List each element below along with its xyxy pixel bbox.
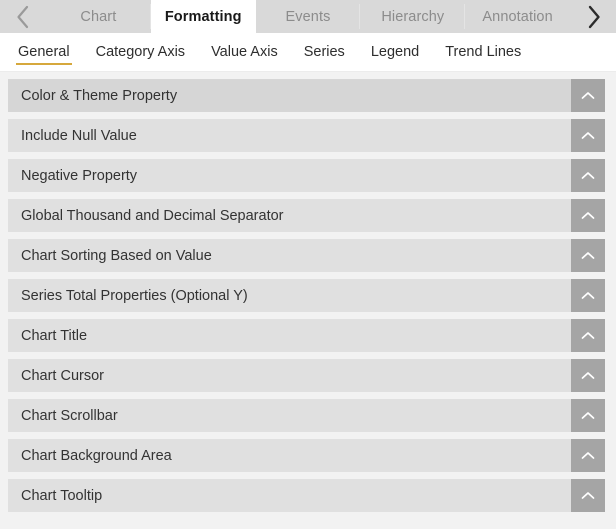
subtab-active-indicator (16, 63, 72, 65)
tab-hierarchy-label: Hierarchy (381, 8, 445, 25)
subtab-legend-label: Legend (370, 44, 420, 60)
chevron-up-icon (580, 330, 596, 341)
accordion-collapse-toggle[interactable] (571, 79, 605, 112)
chevron-up-icon (580, 210, 596, 221)
chevron-up-icon (580, 290, 596, 301)
chevron-up-icon (580, 490, 596, 501)
accordion-collapse-toggle[interactable] (571, 399, 605, 432)
formatting-properties-panel: Color & Theme Property Include Null Value… (0, 72, 616, 529)
accordion-row-label: Chart Sorting Based on Value (21, 247, 212, 264)
subtab-series[interactable]: Series (291, 33, 358, 71)
subtab-value-axis-label: Value Axis (211, 44, 278, 60)
chevron-right-icon (585, 4, 602, 30)
accordion-row-label: Global Thousand and Decimal Separator (21, 207, 284, 224)
accordion-collapse-toggle[interactable] (571, 119, 605, 152)
primary-tab-list: Chart Formatting Events Hierarchy Annota… (46, 0, 570, 33)
accordion-row-label: Color & Theme Property (21, 87, 178, 104)
subtab-general-label: General (18, 44, 70, 60)
chevron-up-icon (580, 250, 596, 261)
tab-annotation[interactable]: Annotation (465, 0, 570, 33)
accordion-collapse-toggle[interactable] (571, 319, 605, 352)
subtab-category-axis-label: Category Axis (95, 44, 186, 60)
accordion-row[interactable]: Global Thousand and Decimal Separator (8, 199, 605, 232)
subtab-legend[interactable]: Legend (358, 33, 432, 71)
tab-events[interactable]: Events (255, 0, 361, 33)
chevron-up-icon (580, 370, 596, 381)
tab-scroll-right-button[interactable] (570, 0, 616, 33)
accordion-collapse-toggle[interactable] (571, 359, 605, 392)
accordion-row[interactable]: Include Null Value (8, 119, 605, 152)
accordion-row[interactable]: Chart Tooltip (8, 479, 605, 512)
accordion-row[interactable]: Chart Scrollbar (8, 399, 605, 432)
primary-tab-bar: Chart Formatting Events Hierarchy Annota… (0, 0, 616, 33)
accordion-row[interactable]: Color & Theme Property (8, 79, 605, 112)
tab-hierarchy[interactable]: Hierarchy (360, 0, 466, 33)
accordion-row[interactable]: Chart Background Area (8, 439, 605, 472)
accordion-row[interactable]: Chart Sorting Based on Value (8, 239, 605, 272)
subtab-series-label: Series (303, 44, 345, 60)
accordion-collapse-toggle[interactable] (571, 279, 605, 312)
accordion-collapse-toggle[interactable] (571, 439, 605, 472)
tab-chart[interactable]: Chart (46, 0, 151, 33)
accordion-row[interactable]: Negative Property (8, 159, 605, 192)
tab-annotation-label: Annotation (482, 8, 553, 25)
tab-chart-label: Chart (80, 8, 117, 25)
accordion-row[interactable]: Series Total Properties (Optional Y) (8, 279, 605, 312)
chevron-up-icon (580, 130, 596, 141)
accordion-collapse-toggle[interactable] (571, 199, 605, 232)
accordion-row-label: Negative Property (21, 167, 138, 184)
subtab-category-axis[interactable]: Category Axis (83, 33, 198, 71)
accordion-row-label: Chart Title (21, 327, 88, 344)
chevron-up-icon (580, 90, 596, 101)
formatting-subtab-bar: General Category Axis Value Axis Series … (0, 33, 616, 72)
subtab-trend-lines[interactable]: Trend Lines (432, 33, 534, 71)
subtab-trend-lines-label: Trend Lines (445, 44, 522, 60)
accordion-row-label: Chart Scrollbar (21, 407, 118, 424)
chevron-up-icon (580, 170, 596, 181)
accordion-row-label: Series Total Properties (Optional Y) (21, 287, 248, 304)
tab-formatting[interactable]: Formatting (150, 0, 256, 33)
chevron-up-icon (580, 410, 596, 421)
accordion-row[interactable]: Chart Title (8, 319, 605, 352)
accordion-row-label: Chart Tooltip (21, 487, 103, 504)
accordion-row-label: Chart Background Area (21, 447, 172, 464)
accordion-collapse-toggle[interactable] (571, 239, 605, 272)
tab-scroll-left-button[interactable] (0, 0, 46, 33)
chevron-left-icon (15, 4, 32, 30)
chevron-up-icon (580, 450, 596, 461)
accordion-collapse-toggle[interactable] (571, 159, 605, 192)
accordion-collapse-toggle[interactable] (571, 479, 605, 512)
accordion-row[interactable]: Chart Cursor (8, 359, 605, 392)
tab-events-label: Events (285, 8, 331, 25)
subtab-general[interactable]: General (5, 33, 83, 71)
subtab-value-axis[interactable]: Value Axis (198, 33, 291, 71)
tab-formatting-label: Formatting (164, 8, 242, 25)
accordion-row-label: Chart Cursor (21, 367, 104, 384)
accordion-row-label: Include Null Value (21, 127, 137, 144)
